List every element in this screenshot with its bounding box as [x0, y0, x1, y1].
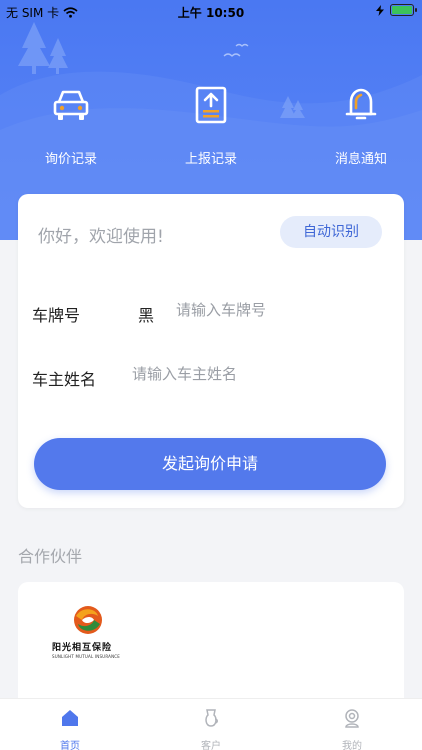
owner-label: 车主姓名 — [32, 370, 97, 389]
nav-notifications-label: 消息通知 — [334, 152, 387, 167]
plate-prefix-selector[interactable]: 黑 — [138, 302, 154, 326]
bell-icon — [345, 88, 377, 120]
inquiry-form-card: 你好，欢迎使用! 自动识别 车牌号 黑 车主姓名 发起询价申请 — [18, 194, 404, 508]
status-bar: 无 SIM 卡 上午 10:50 — [0, 0, 422, 22]
tab-profile[interactable]: 我的 — [282, 707, 422, 750]
tab-customers[interactable]: 客户 — [141, 707, 281, 750]
partner-subtitle: SUNLIGHT MUTUAL INSURANCE — [52, 654, 120, 659]
nav-report-records-label: 上报记录 — [184, 152, 237, 167]
sunlight-insurance-logo[interactable] — [52, 602, 136, 662]
quick-nav: 询价记录 上报记录 消息通知 — [0, 82, 422, 172]
nav-notifications[interactable]: 消息通知 — [306, 82, 416, 167]
plate-number-input[interactable] — [176, 298, 386, 322]
home-icon — [62, 710, 78, 726]
auto-detect-button[interactable]: 自动识别 — [280, 216, 382, 248]
tab-customers-label: 客户 — [201, 741, 221, 750]
nav-report-records[interactable]: 上报记录 — [156, 82, 266, 167]
partner-card: 阳光相互保险 SUNLIGHT MUTUAL INSURANCE — [18, 582, 404, 712]
tab-home-label: 首页 — [60, 741, 80, 750]
greeting-text: 你好，欢迎使用! — [38, 227, 164, 247]
tab-profile-label: 我的 — [342, 741, 362, 750]
submit-inquiry-button[interactable]: 发起询价申请 — [34, 438, 386, 490]
plate-label: 车牌号 — [32, 306, 81, 325]
bottom-tab-bar: 首页 客户 我的 — [0, 698, 422, 750]
battery-icon — [390, 4, 417, 16]
nav-inquiry-records-label: 询价记录 — [44, 152, 97, 167]
partner-name: 阳光相互保险 — [52, 643, 113, 653]
profile-icon — [345, 709, 359, 728]
charging-icon — [376, 5, 384, 16]
nav-inquiry-records[interactable]: 询价记录 — [16, 82, 126, 167]
partners-title: 合作伙伴 — [18, 547, 83, 566]
owner-name-input[interactable] — [132, 362, 382, 386]
customer-icon — [205, 709, 218, 727]
tab-home[interactable]: 首页 — [0, 707, 140, 750]
upload-document-icon — [195, 86, 227, 124]
car-icon — [53, 90, 89, 120]
status-time: 上午 10:50 — [177, 6, 245, 20]
